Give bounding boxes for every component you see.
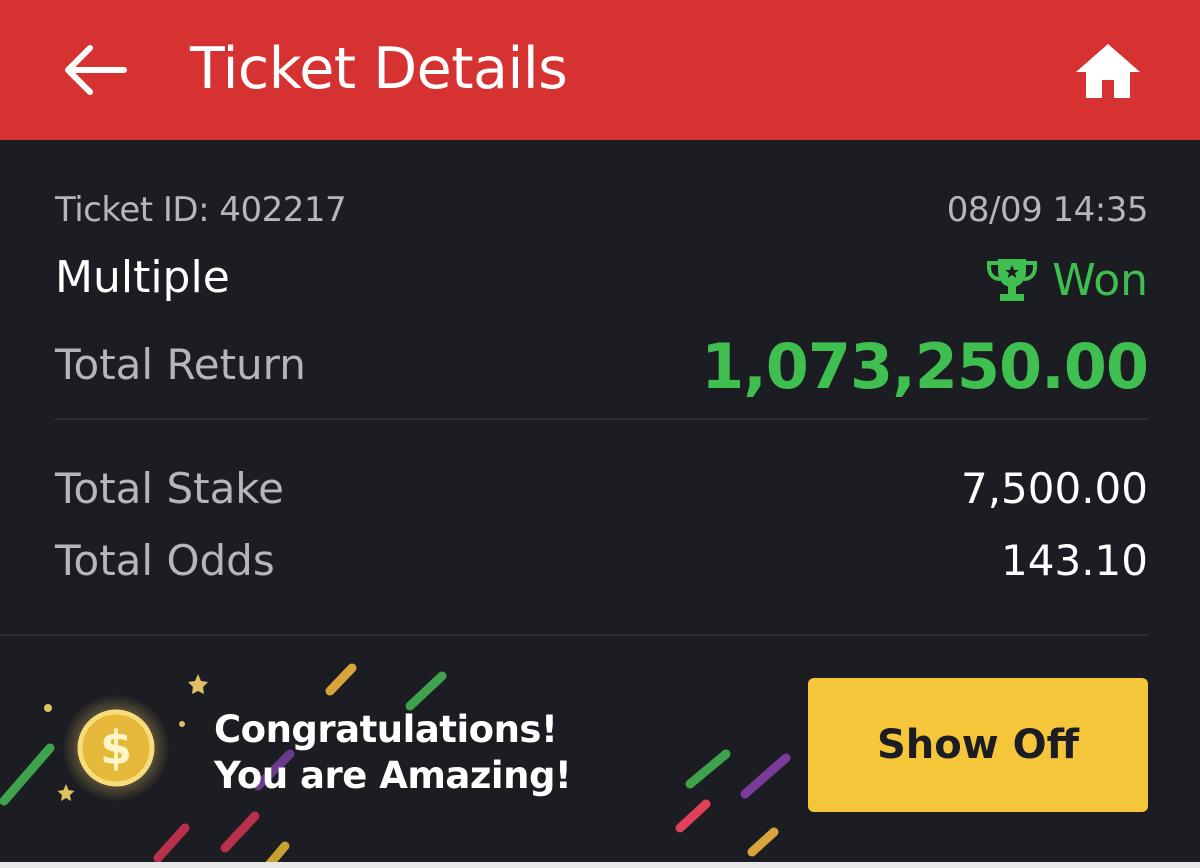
home-icon[interactable] [1074,42,1142,100]
total-stake-value: 7,500.00 [960,464,1148,513]
ticket-datetime: 08/09 14:35 [946,190,1149,230]
congrats-line-1: Congratulations! [214,708,558,751]
coin-icon: $ [62,694,170,802]
status-text: Won [1052,254,1148,306]
total-odds-value: 143.10 [1001,536,1148,585]
congrats-line-2: You are Amazing! [214,754,572,797]
trophy-icon [987,259,1038,301]
status-badge: Won [986,252,1148,308]
divider [55,418,1148,420]
total-return-value: 1,073,250.00 [701,330,1149,403]
congratulations-message: Congratulations! You are Amazing! [214,707,572,799]
page-title: Ticket Details [190,36,568,102]
svg-text:$: $ [100,721,132,775]
bottom-border [0,862,1200,868]
ticket-id: Ticket ID: 402217 [55,190,347,230]
total-stake-label: Total Stake [55,464,284,513]
bet-type: Multiple [55,252,230,303]
show-off-button[interactable]: Show Off [808,678,1148,812]
total-odds-label: Total Odds [55,536,275,585]
arrow-left-icon[interactable] [64,44,128,96]
total-return-label: Total Return [55,340,306,389]
app-header: Ticket Details [0,0,1200,140]
